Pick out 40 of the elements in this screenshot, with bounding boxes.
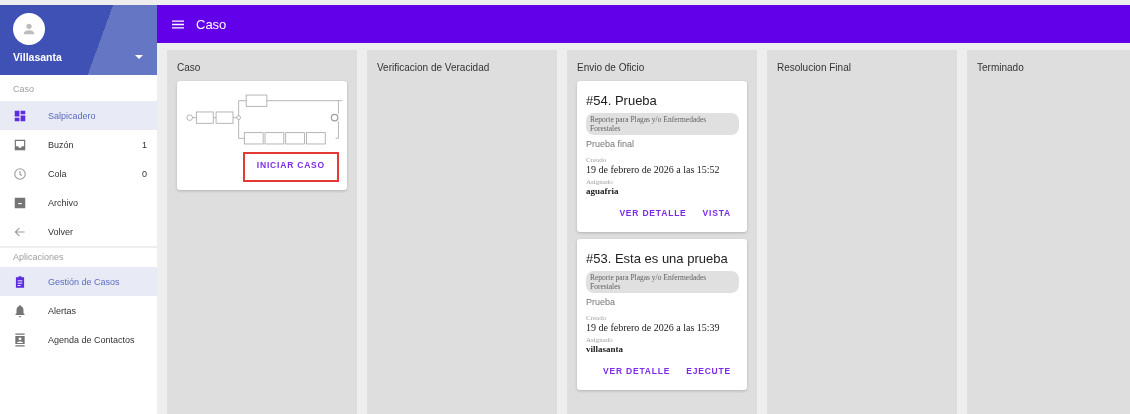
field-value: aguafria [586,186,620,196]
card-description: Prueba final [586,139,636,149]
field-value: villasanta [586,344,624,354]
section-title: Caso [13,84,34,94]
sidebar-item[interactable]: Cola 0 [0,159,157,188]
contacts-icon [13,332,27,347]
user-name: Villasanta [13,51,62,63]
section-title: Aplicaciones [13,252,64,262]
page-title: Caso [196,16,227,32]
sidebar-item[interactable]: Buzón 1 [0,130,157,159]
field-value: 19 de febrero de 2026 a las 15:52 [586,164,721,175]
menu-icon[interactable] [172,19,184,29]
column-title: Caso [177,62,201,73]
card-action-button[interactable]: VISTA [694,200,739,226]
archive-icon [13,195,27,210]
column-title: Verificacion de Veracidad [377,62,490,73]
bell-icon [13,303,27,318]
column-title: Terminado [977,62,1024,73]
column-title: Resolucion Final [777,62,851,73]
column-title: Envio de Oficio [577,62,645,73]
start-case-button[interactable]: INICIAR CASO [242,152,339,182]
sidebar-item[interactable]: Alertas [0,296,157,325]
sidebar-item[interactable]: Gestión de Casos [0,267,157,296]
avatar-icon [13,13,45,45]
sidebar-item[interactable]: Volver [0,217,157,246]
card-action-button[interactable]: VER DETALLE [611,200,695,226]
clock-icon [13,166,27,181]
card-title: #53. Esta es una prueba [586,251,729,266]
sidebar-item[interactable]: Agenda de Contactos [0,325,157,354]
dashboard-icon [13,108,27,123]
sidebar-item[interactable]: Salpicadero [0,101,157,130]
clipboard-icon [13,274,27,289]
card-description: Prueba [586,297,617,307]
card-action-button[interactable]: EJECUTE [678,358,739,384]
sidebar-item[interactable]: Archivo [0,188,157,217]
field-value: 19 de febrero de 2026 a las 15:39 [586,322,721,333]
card-action-button[interactable]: VER DETALLE [595,358,679,384]
caret-icon[interactable] [135,55,143,59]
card-title: #54. Prueba [586,93,658,108]
inbox-icon [13,137,27,152]
